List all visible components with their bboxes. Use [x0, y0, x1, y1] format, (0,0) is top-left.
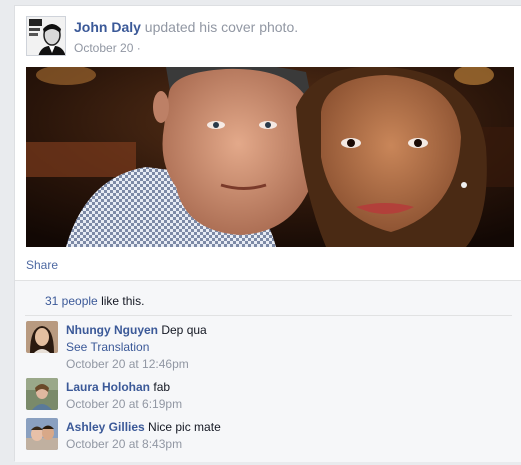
comment-timestamp[interactable]: October 20 at 6:19pm [66, 396, 512, 413]
comment-body: Ashley Gillies Nice pic mate October 20 … [66, 419, 512, 453]
commenter-name-link[interactable]: Nhungy Nguyen [66, 323, 158, 337]
comment-text: Dep qua [161, 323, 207, 337]
comment-timestamp[interactable]: October 20 at 12:46pm [66, 356, 512, 373]
thumbs-up-icon [33, 295, 45, 307]
like-summary: 31 people like this. [25, 291, 512, 316]
author-name-link[interactable]: John Daly [74, 19, 141, 35]
author-avatar[interactable] [26, 16, 66, 56]
comment-text: Nice pic mate [148, 420, 221, 434]
cover-photo[interactable] [26, 67, 514, 247]
see-translation-link[interactable]: See Translation [66, 339, 512, 356]
story-header: John Daly updated his cover photo. Octob… [26, 16, 511, 58]
likes-count-link[interactable]: 31 people [45, 294, 98, 308]
comment-body: Nhungy Nguyen Dep qua See Translation Oc… [66, 322, 512, 373]
feedback-section: 31 people like this. Nhungy Nguyen Dep q… [15, 280, 521, 462]
commenter-avatar[interactable] [26, 321, 58, 353]
commenter-name-link[interactable]: Laura Holohan [66, 380, 150, 394]
feed-story-card: John Daly updated his cover photo. Octob… [14, 5, 521, 462]
comment-text: fab [153, 380, 171, 394]
comment-item: Ashley Gillies Nice pic mate October 20 … [25, 418, 512, 454]
post-timestamp[interactable]: October 20 · [74, 41, 141, 55]
story-title: John Daly updated his cover photo. [74, 19, 298, 35]
comment-item: Laura Holohan fab October 20 at 6:19pm [25, 378, 512, 414]
commenter-avatar[interactable] [26, 378, 58, 410]
share-link[interactable]: Share [26, 258, 58, 272]
comment-timestamp[interactable]: October 20 at 8:43pm [66, 436, 512, 453]
like-sentence: 31 people like this. [45, 294, 144, 308]
likes-suffix: like this. [101, 294, 145, 308]
comment-item: Nhungy Nguyen Dep qua See Translation Oc… [25, 321, 512, 371]
comment-body: Laura Holohan fab October 20 at 6:19pm [66, 379, 512, 413]
story-action-text: updated his cover photo. [144, 19, 299, 35]
commenter-avatar[interactable] [26, 418, 58, 450]
commenter-name-link[interactable]: Ashley Gillies [66, 420, 145, 434]
